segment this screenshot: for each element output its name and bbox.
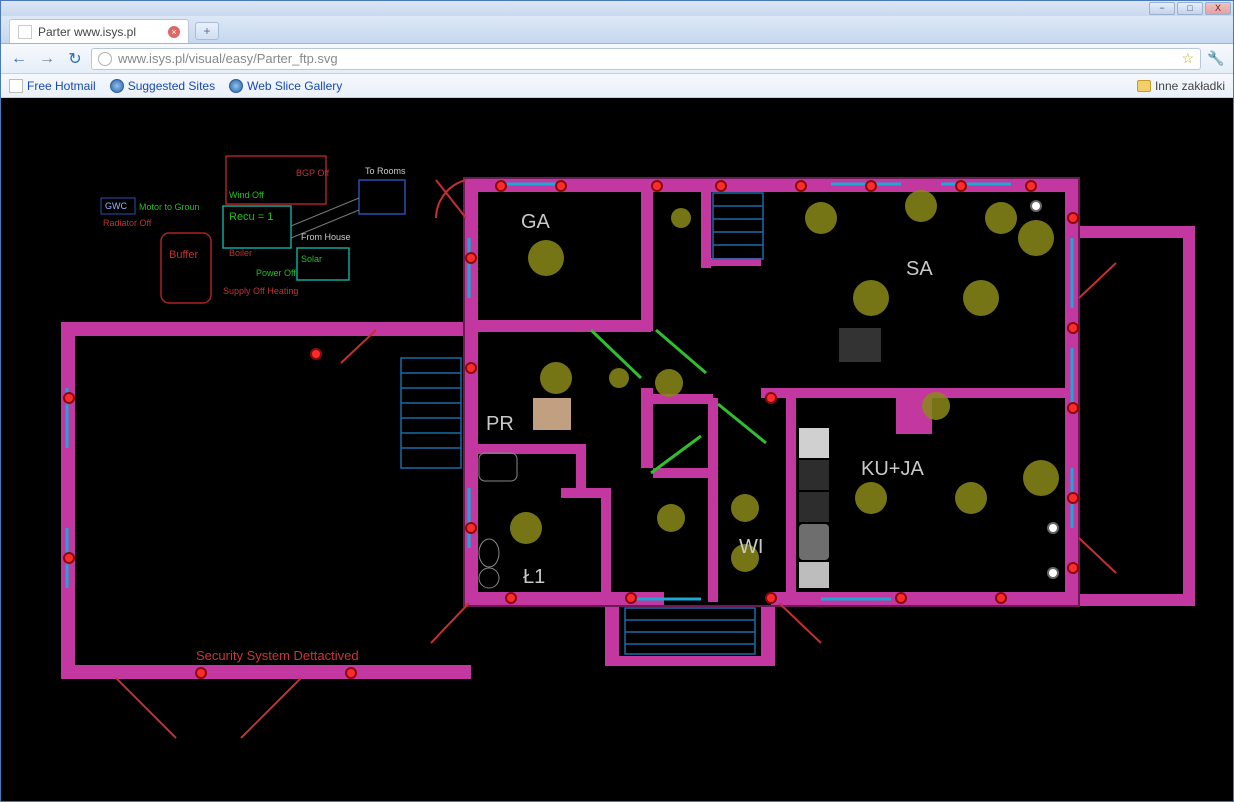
floorplan-svg[interactable]: To Rooms From House Recu = 1 Buffer Sola… (1, 98, 1233, 800)
window-minimize-button[interactable]: − (1149, 2, 1175, 15)
bookmark-suggested-sites[interactable]: Suggested Sites (110, 79, 215, 93)
tab-close-icon[interactable]: × (168, 26, 180, 38)
svg-text:Wind Off: Wind Off (229, 190, 264, 200)
svg-text:Motor to Groun: Motor to Groun (139, 202, 200, 212)
ie-icon (110, 79, 124, 93)
svg-text:Boiler: Boiler (229, 248, 252, 258)
svg-text:Supply Off Heating: Supply Off Heating (223, 286, 298, 296)
bookmark-label: Free Hotmail (27, 79, 96, 93)
security-status-text: Security System Dettactived (196, 648, 359, 663)
browser-tabstrip: Parter www.isys.pl × + (1, 16, 1233, 44)
bookmark-other-folder[interactable]: Inne zakładki (1137, 79, 1225, 93)
bookmark-label: Inne zakładki (1155, 79, 1225, 93)
room-label-pr: PR (486, 413, 514, 436)
nav-back-button[interactable]: ← (7, 48, 31, 70)
bookmark-star-icon[interactable]: ☆ (1181, 50, 1194, 67)
fixtures (479, 328, 881, 588)
svg-text:Solar: Solar (301, 254, 322, 264)
folder-icon (1137, 80, 1151, 92)
window-maximize-button[interactable]: □ (1177, 2, 1203, 15)
wrench-menu-icon[interactable]: 🔧 (1205, 48, 1227, 70)
nav-reload-button[interactable]: ↻ (63, 48, 87, 70)
hvac-diagram[interactable]: To Rooms From House Recu = 1 Buffer Sola… (101, 156, 406, 303)
address-bar: ← → ↻ www.isys.pl/visual/easy/Parter_ftp… (1, 44, 1233, 74)
window-close-button[interactable]: X (1205, 2, 1231, 15)
svg-text:Radiator Off: Radiator Off (103, 218, 152, 228)
svg-text:Recu = 1: Recu = 1 (229, 211, 273, 223)
svg-text:BGP Off: BGP Off (296, 168, 330, 178)
svg-text:Power Off: Power Off (256, 268, 296, 278)
tab-title: Parter www.isys.pl (38, 25, 136, 39)
favicon-icon (18, 25, 32, 39)
bookmark-label: Suggested Sites (128, 79, 215, 93)
url-text: www.isys.pl/visual/easy/Parter_ftp.svg (118, 51, 1175, 66)
room-label-kuja: KU+JA (861, 458, 924, 481)
browser-tab-active[interactable]: Parter www.isys.pl × (9, 19, 189, 43)
svg-text:Buffer: Buffer (169, 249, 198, 261)
ie-icon (229, 79, 243, 93)
bookmark-free-hotmail[interactable]: Free Hotmail (9, 79, 96, 93)
svg-text:To Rooms: To Rooms (365, 166, 406, 176)
page-content: To Rooms From House Recu = 1 Buffer Sola… (1, 98, 1233, 801)
page-icon (9, 79, 23, 93)
url-field[interactable]: www.isys.pl/visual/easy/Parter_ftp.svg ☆ (91, 48, 1201, 70)
svg-text:GWC: GWC (105, 201, 127, 211)
bookmark-label: Web Slice Gallery (247, 79, 342, 93)
room-label-wi: WI (739, 536, 763, 559)
room-label-sa: SA (906, 258, 933, 281)
new-tab-button[interactable]: + (195, 22, 219, 40)
window-titlebar: − □ X (1, 1, 1233, 16)
lights[interactable] (510, 190, 1059, 572)
room-label-l1: Ł1 (523, 566, 545, 589)
nav-forward-button[interactable]: → (35, 48, 59, 70)
svg-text:From House: From House (301, 232, 351, 242)
bookmark-web-slice-gallery[interactable]: Web Slice Gallery (229, 79, 342, 93)
room-label-ga: GA (521, 211, 550, 234)
globe-icon (98, 52, 112, 66)
bookmarks-bar: Free Hotmail Suggested Sites Web Slice G… (1, 74, 1233, 98)
